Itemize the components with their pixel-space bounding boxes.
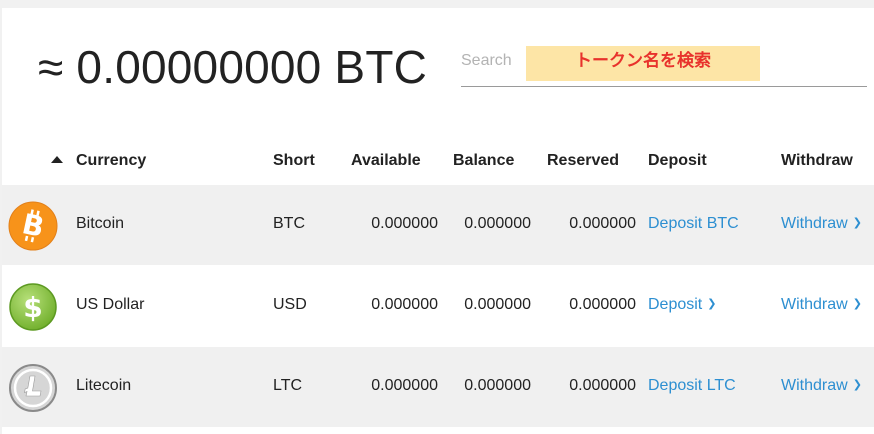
currency-short: USD [273, 296, 307, 313]
deposit-link[interactable]: Deposit ❯ [648, 296, 716, 314]
chevron-right-icon: ❯ [852, 379, 862, 391]
currency-name: Litecoin [76, 377, 132, 394]
search-input[interactable] [461, 46, 521, 76]
withdraw-link[interactable]: Withdraw ❯ [781, 296, 862, 314]
withdraw-link[interactable]: Withdraw ❯ [781, 377, 862, 395]
column-header-reserved[interactable]: Reserved [547, 152, 619, 170]
column-header-available[interactable]: Available [351, 152, 421, 170]
column-header-balance[interactable]: Balance [453, 152, 514, 170]
sort-ascending-icon[interactable] [51, 156, 63, 163]
balance-value: 0.000000 [464, 296, 531, 313]
svg-text:$: $ [23, 291, 42, 324]
available-value: 0.000000 [371, 215, 438, 232]
table-row: Litecoin LTC 0.000000 0.000000 0.000000 … [2, 347, 874, 427]
reserved-value: 0.000000 [569, 215, 636, 232]
balance-card: ≈ 0.00000000 BTC トークン名を検索 Currency Short… [2, 8, 874, 434]
currency-short: LTC [273, 377, 303, 394]
search-field[interactable]: トークン名を検索 [461, 46, 867, 87]
available-value: 0.000000 [371, 377, 438, 394]
table-row: B Bitcoin BTC 0.000000 0.000000 0.000000… [2, 185, 874, 265]
column-header-deposit[interactable]: Deposit [648, 152, 707, 170]
withdraw-label: Withdraw [781, 296, 848, 313]
table-header: Currency Short Available Balance Reserve… [2, 146, 874, 176]
deposit-link[interactable]: Deposit BTC [648, 215, 739, 233]
deposit-link[interactable]: Deposit LTC [648, 377, 736, 395]
chevron-right-icon: ❯ [707, 298, 717, 310]
search-hint-label: トークン名を検索 [526, 46, 760, 81]
reserved-value: 0.000000 [569, 377, 636, 394]
column-header-currency[interactable]: Currency [76, 152, 146, 170]
dollar-icon: $ [9, 283, 57, 331]
balance-value: 0.000000 [464, 215, 531, 232]
withdraw-label: Withdraw [781, 377, 848, 394]
reserved-value: 0.000000 [569, 296, 636, 313]
table-row: $ US Dollar USD 0.000000 0.000000 0.0000… [2, 266, 874, 346]
currency-short: BTC [273, 215, 305, 232]
currency-name: US Dollar [76, 296, 145, 313]
chevron-right-icon: ❯ [852, 217, 862, 229]
chevron-right-icon: ❯ [852, 298, 862, 310]
total-balance: ≈ 0.00000000 BTC [38, 41, 428, 93]
balance-value: 0.000000 [464, 377, 531, 394]
withdraw-label: Withdraw [781, 215, 848, 232]
column-header-short[interactable]: Short [273, 152, 315, 170]
available-value: 0.000000 [371, 296, 438, 313]
bitcoin-icon: B [8, 201, 58, 251]
deposit-label: Deposit [648, 296, 703, 313]
column-header-withdraw[interactable]: Withdraw [781, 152, 853, 170]
currency-name: Bitcoin [76, 215, 125, 232]
withdraw-link[interactable]: Withdraw ❯ [781, 215, 862, 233]
litecoin-icon [9, 364, 57, 412]
